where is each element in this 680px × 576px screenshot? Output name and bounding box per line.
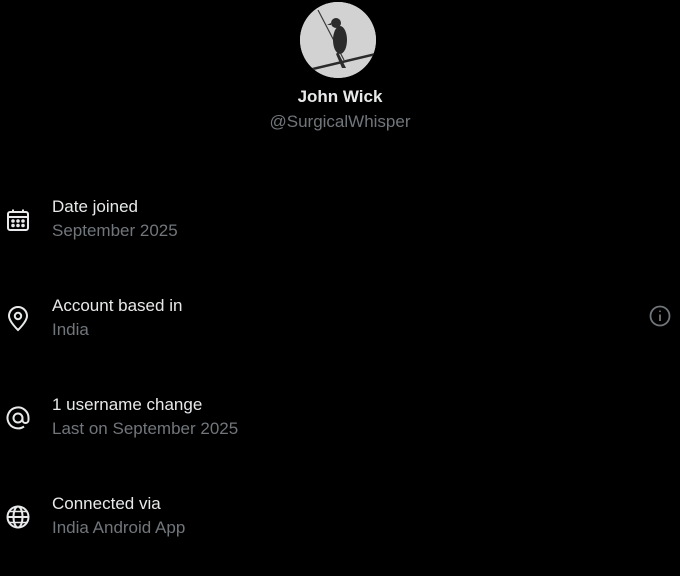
- calendar-icon: [5, 207, 31, 233]
- location-pin-icon: [5, 306, 31, 332]
- detail-title: Account based in: [52, 296, 183, 315]
- info-icon[interactable]: [648, 304, 672, 328]
- detail-title: Connected via: [52, 494, 161, 513]
- username-handle: @SurgicalWhisper: [269, 112, 411, 131]
- avatar[interactable]: [300, 2, 376, 78]
- detail-row-username-change: 1 username change Last on September 2025: [0, 395, 680, 455]
- detail-row-connected-via: Connected via India Android App: [0, 494, 680, 554]
- detail-subtitle: India: [52, 320, 89, 339]
- display-name: John Wick: [297, 87, 383, 106]
- detail-row-date-joined: Date joined September 2025: [0, 197, 680, 257]
- at-sign-icon: [5, 405, 31, 431]
- globe-icon: [5, 504, 31, 530]
- detail-subtitle: September 2025: [52, 221, 178, 240]
- detail-subtitle: India Android App: [52, 518, 186, 537]
- detail-row-account-based-in: Account based in India: [0, 296, 680, 356]
- detail-title: 1 username change: [52, 395, 203, 414]
- detail-title: Date joined: [52, 197, 139, 216]
- detail-subtitle: Last on September 2025: [52, 419, 239, 438]
